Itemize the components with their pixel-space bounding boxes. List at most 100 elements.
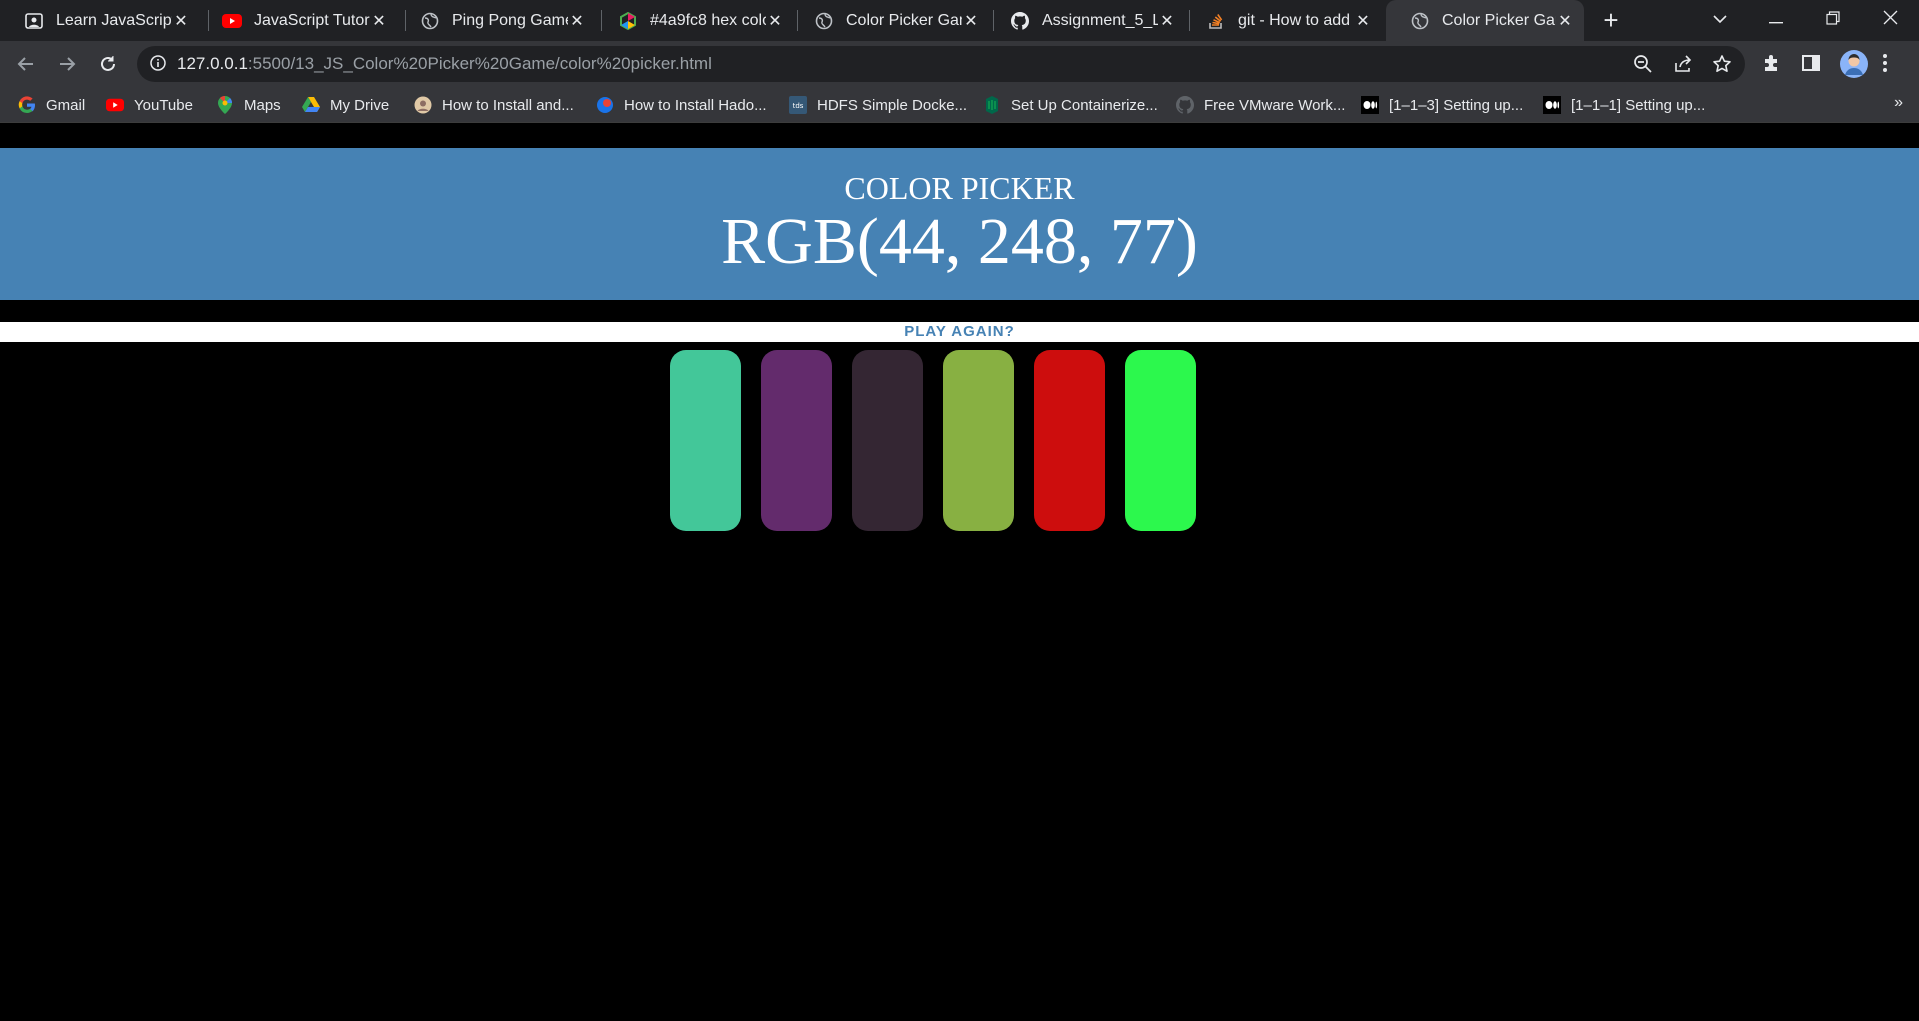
- close-icon[interactable]: ✕: [962, 11, 980, 31]
- forward-icon[interactable]: [51, 48, 83, 80]
- avatar[interactable]: [1840, 50, 1868, 78]
- bookmark-label: My Drive: [330, 96, 390, 114]
- bookmark-label: Set Up Containerize...: [1011, 96, 1158, 114]
- tab-assignment[interactable]: Assignment_5_Le ✕: [986, 0, 1186, 41]
- side-panel-icon[interactable]: [1800, 52, 1824, 76]
- bookmark-label: How to Install and...: [442, 96, 574, 114]
- tab-title: JavaScript Tutoria: [254, 11, 370, 29]
- tab-color-picker-game-active[interactable]: Color Picker Gam ✕: [1386, 0, 1584, 41]
- back-icon[interactable]: [10, 48, 42, 80]
- bookmark-label: [1–1–1] Setting up...: [1571, 96, 1706, 114]
- tab-git-how-to-add[interactable]: git - How to add ✕: [1182, 0, 1382, 41]
- bookmark-hdfs-simple-docker[interactable]: tds HDFS Simple Docke...: [789, 94, 967, 116]
- color-swatch-3[interactable]: [852, 350, 923, 531]
- bookmark-label: Free VMware Work...: [1204, 96, 1346, 114]
- colorhex-icon: [618, 11, 638, 31]
- bookmark-gmail[interactable]: Gmail: [18, 94, 85, 116]
- browser-toolbar: 127.0.0.1:5500/13_JS_Color%20Picker%20Ga…: [0, 41, 1919, 87]
- bookmark-label: [1–1–3] Setting up...: [1389, 96, 1524, 114]
- tab-title: Learn JavaScript: [56, 11, 172, 29]
- globe-icon: [814, 11, 834, 31]
- bookmarks-bar: Gmail YouTube Maps My Drive How to Insta…: [0, 87, 1919, 123]
- bookmark-label: YouTube: [134, 96, 193, 114]
- github-icon: [1176, 96, 1194, 114]
- play-again-button[interactable]: PLAY AGAIN?: [904, 322, 1014, 342]
- tab-strip: Learn JavaScript ✕ JavaScript Tutoria ✕ …: [0, 0, 1919, 41]
- url-path: :5500/13_JS_Color%20Picker%20Game/color%…: [247, 54, 712, 73]
- bookmark-youtube[interactable]: YouTube: [106, 94, 193, 116]
- maps-icon: [216, 96, 234, 114]
- bookmarks-overflow-button[interactable]: »: [1894, 94, 1903, 112]
- tab-javascript-tutorial[interactable]: JavaScript Tutoria ✕: [198, 0, 398, 41]
- tab-learn-javascript[interactable]: Learn JavaScript ✕: [0, 0, 200, 41]
- close-icon[interactable]: ✕: [1158, 11, 1176, 31]
- bookmark-how-to-install-and[interactable]: How to Install and...: [414, 94, 574, 116]
- bookmark-maps[interactable]: Maps: [216, 94, 281, 116]
- new-tab-button[interactable]: +: [1596, 6, 1626, 36]
- youtube-icon: [106, 96, 124, 114]
- github-icon: [1010, 11, 1030, 31]
- course-icon: [24, 11, 44, 31]
- bookmark-free-vmware[interactable]: Free VMware Work...: [1176, 94, 1345, 116]
- close-icon[interactable]: ✕: [172, 11, 190, 31]
- color-swatch-6[interactable]: [1125, 350, 1196, 531]
- url-text: 127.0.0.1:5500/13_JS_Color%20Picker%20Ga…: [177, 54, 712, 74]
- site-icon: [983, 96, 1001, 114]
- svg-text:tds: tds: [793, 102, 804, 110]
- close-icon[interactable]: ✕: [1556, 11, 1574, 31]
- globe-icon: [420, 11, 440, 31]
- zoom-out-icon[interactable]: [1633, 54, 1655, 76]
- reload-icon[interactable]: [92, 48, 124, 80]
- minimize-icon[interactable]: [1748, 0, 1804, 38]
- site-icon: [414, 96, 432, 114]
- tab-title: git - How to add: [1238, 11, 1351, 29]
- close-icon[interactable]: ✕: [568, 11, 586, 31]
- address-bar[interactable]: 127.0.0.1:5500/13_JS_Color%20Picker%20Ga…: [137, 46, 1745, 82]
- tab-title: Assignment_5_Le: [1042, 11, 1158, 29]
- bookmark-label: HDFS Simple Docke...: [817, 96, 968, 114]
- tds-icon: tds: [789, 96, 807, 114]
- restore-icon[interactable]: [1805, 0, 1861, 38]
- color-swatch-1[interactable]: [670, 350, 741, 531]
- tab-title: Color Picker Gam: [1442, 11, 1556, 29]
- close-icon[interactable]: ✕: [1354, 11, 1372, 31]
- medium-icon: [1361, 96, 1379, 114]
- bookmark-label: Gmail: [46, 96, 86, 114]
- tab-hex-color[interactable]: #4a9fc8 hex color ✕: [594, 0, 794, 41]
- close-icon[interactable]: ✕: [766, 11, 784, 31]
- bookmark-setting-up-113[interactable]: [1–1–3] Setting up...: [1361, 94, 1523, 116]
- bookmark-star-icon[interactable]: [1712, 54, 1734, 76]
- drive-icon: [302, 96, 320, 114]
- url-host: 127.0.0.1: [177, 54, 248, 73]
- page-title: COLOR PICKER: [844, 170, 1075, 206]
- target-rgb-display: RGB(44, 248, 77): [721, 205, 1198, 278]
- bookmark-how-to-install-hadoop[interactable]: How to Install Hado...: [596, 94, 767, 116]
- bookmark-setting-up-111[interactable]: [1–1–1] Setting up...: [1543, 94, 1705, 116]
- color-swatch-4[interactable]: [943, 350, 1014, 531]
- controls-stripe: PLAY AGAIN?: [0, 322, 1919, 342]
- globe-icon: [1410, 11, 1430, 31]
- close-window-icon[interactable]: [1862, 0, 1918, 38]
- site-icon: [596, 96, 614, 114]
- youtube-icon: [222, 11, 242, 31]
- site-info-icon[interactable]: [149, 54, 169, 74]
- menu-icon[interactable]: [1882, 52, 1906, 76]
- share-icon[interactable]: [1673, 54, 1695, 76]
- tab-color-picker-game-1[interactable]: Color Picker Gam ✕: [790, 0, 990, 41]
- page-viewport: COLOR PICKER RGB(44, 248, 77) PLAY AGAIN…: [0, 123, 1919, 1021]
- tab-title: Ping Pong Game: [452, 11, 568, 29]
- color-swatch-2[interactable]: [761, 350, 832, 531]
- medium-icon: [1543, 96, 1561, 114]
- close-icon[interactable]: ✕: [370, 11, 388, 31]
- tab-ping-pong-game[interactable]: Ping Pong Game ✕: [396, 0, 596, 41]
- extensions-icon[interactable]: [1761, 52, 1785, 76]
- tab-search-icon[interactable]: [1692, 0, 1748, 38]
- tab-title: Color Picker Gam: [846, 11, 962, 29]
- stackoverflow-icon: [1206, 11, 1226, 31]
- tab-title: #4a9fc8 hex color: [650, 11, 766, 29]
- game-header: COLOR PICKER RGB(44, 248, 77): [0, 148, 1919, 300]
- bookmark-my-drive[interactable]: My Drive: [302, 94, 389, 116]
- bookmark-set-up-containerize[interactable]: Set Up Containerize...: [983, 94, 1158, 116]
- google-icon: [18, 96, 36, 114]
- color-swatch-5[interactable]: [1034, 350, 1105, 531]
